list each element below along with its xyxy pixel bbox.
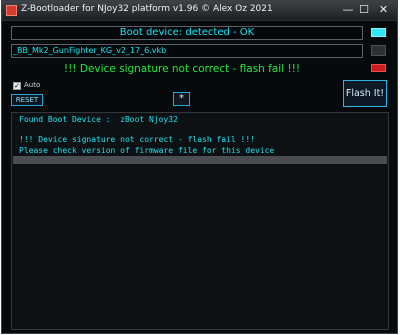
maximize-button[interactable]: ☐ bbox=[357, 2, 371, 18]
error-indicator bbox=[371, 64, 386, 72]
auto-label: Auto bbox=[24, 81, 41, 89]
app-icon bbox=[6, 5, 17, 16]
app-window: Z-Bootloader for NJoy32 platform v1.96 ©… bbox=[1, 0, 398, 334]
boot-status-display: Boot device: detected - OK bbox=[11, 26, 363, 40]
title-bar[interactable]: Z-Bootloader for NJoy32 platform v1.96 ©… bbox=[2, 1, 397, 21]
log-line: Please check version of firmware file fo… bbox=[19, 146, 275, 155]
window-title: Z-Bootloader for NJoy32 platform v1.96 ©… bbox=[21, 4, 273, 14]
log-highlight-bar bbox=[13, 156, 387, 164]
log-output[interactable]: Found Boot Device : zBoot Njoy32 !!! Dev… bbox=[11, 112, 389, 330]
signature-message: !!! Device signature not correct - flash… bbox=[63, 63, 301, 75]
log-line: !!! Device signature not correct - flash… bbox=[19, 135, 256, 144]
close-button[interactable]: ✕ bbox=[374, 2, 393, 18]
reset-button[interactable]: RESET bbox=[11, 94, 43, 106]
star-button[interactable]: * bbox=[173, 92, 190, 106]
minimize-button[interactable]: — bbox=[341, 2, 355, 18]
status-indicator bbox=[371, 28, 386, 37]
auto-checkbox[interactable]: ✓ bbox=[13, 82, 21, 90]
browse-file-button[interactable] bbox=[371, 45, 386, 56]
firmware-file-field[interactable]: _BB_Mk2_GunFighter_KG_v2_17_6.vkb bbox=[11, 44, 363, 58]
log-line: Found Boot Device : zBoot Njoy32 bbox=[19, 115, 178, 124]
flash-button[interactable]: Flash It! bbox=[343, 80, 387, 107]
